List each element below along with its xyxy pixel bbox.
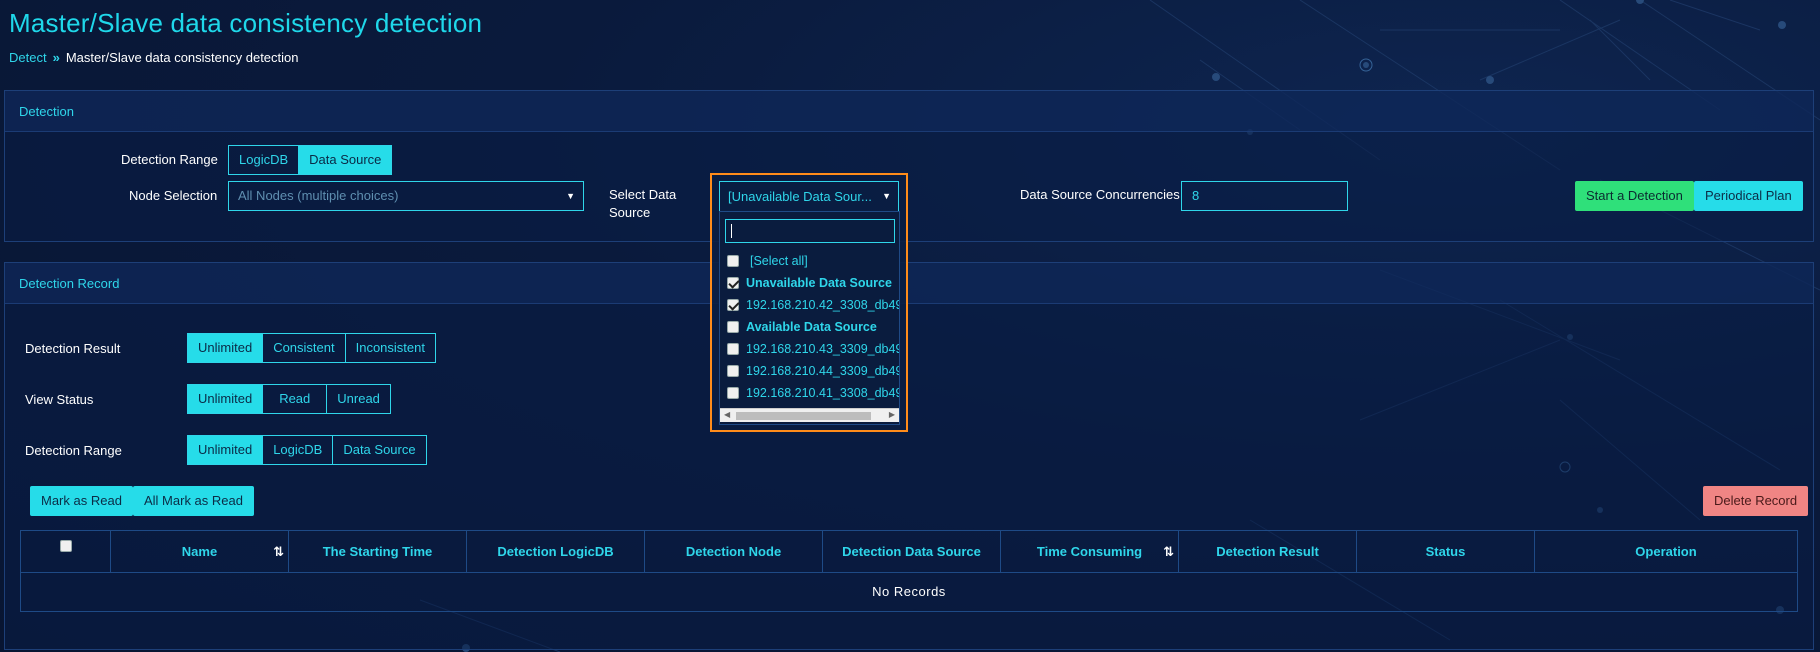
status-unread-button[interactable]: Unread [326, 384, 391, 414]
delete-record-button[interactable]: Delete Record [1703, 486, 1809, 516]
detection-record-table: Name ⇅ The Starting Time Detection Logic… [20, 530, 1798, 612]
select-all-checkbox[interactable] [59, 539, 72, 552]
record-range-toggle: Unlimited LogicDB Data Source [187, 435, 427, 465]
column-detection-data-source: Detection Data Source [823, 531, 1001, 573]
column-detection-node: Detection Node [645, 531, 823, 573]
detection-result-label: Detection Result [25, 341, 121, 356]
detection-range-toggle: LogicDB Data Source [228, 145, 393, 175]
record-range-logicdb-button[interactable]: LogicDB [262, 435, 334, 465]
option-label: Available Data Source [746, 320, 877, 334]
detection-result-toggle: Unlimited Consistent Inconsistent [187, 333, 436, 363]
column-name-label: Name [181, 544, 218, 559]
caret-down-icon: ▼ [882, 191, 891, 201]
option-checkbox[interactable] [727, 365, 739, 377]
page-title: Master/Slave data consistency detection [9, 8, 483, 38]
data-source-dropdown-panel: [Select all] Unavailable Data Source 192.1… [719, 211, 900, 425]
column-time-consuming[interactable]: Time Consuming ⇅ [1001, 531, 1179, 573]
option-label: 192.168.210.42_3308_db49 [746, 298, 899, 312]
detection-record-heading: Detection Record [5, 263, 1813, 304]
option-label: Unavailable Data Source [746, 276, 892, 290]
sort-icon[interactable]: ⇅ [1163, 531, 1174, 573]
option-label: [Select all] [750, 254, 808, 268]
option-label: 192.168.210.44_3309_db49 [746, 364, 899, 378]
option-label: 192.168.210.43_3309_db49 [746, 342, 899, 356]
sort-icon[interactable]: ⇅ [273, 531, 284, 573]
record-range-unlimited-button[interactable]: Unlimited [187, 435, 264, 465]
start-detection-button[interactable]: Start a Detection [1575, 181, 1694, 211]
result-unlimited-button[interactable]: Unlimited [187, 333, 264, 363]
status-read-button[interactable]: Read [262, 384, 328, 414]
column-starting-time: The Starting Time [289, 531, 467, 573]
dropdown-option[interactable]: [Select all] [720, 250, 899, 272]
node-selection-dropdown[interactable]: All Nodes (multiple choices) ▼ [228, 181, 584, 211]
caret-down-icon: ▼ [566, 191, 575, 201]
breadcrumb: Detect » Master/Slave data consistency d… [9, 50, 299, 65]
table-empty-message: No Records [872, 584, 946, 599]
column-name[interactable]: Name ⇅ [111, 531, 289, 573]
view-status-toggle: Unlimited Read Unread [187, 384, 391, 414]
data-source-selected-value: [Unavailable Data Sour... [728, 189, 872, 204]
breadcrumb-link-detect[interactable]: Detect [9, 50, 47, 65]
mark-as-read-button[interactable]: Mark as Read [30, 486, 133, 516]
dropdown-option[interactable]: Unavailable Data Source [720, 272, 899, 294]
option-checkbox[interactable] [727, 277, 739, 289]
dropdown-option[interactable]: 192.168.210.44_3309_db49 [720, 360, 899, 382]
chevron-right-icon: » [52, 50, 60, 65]
detection-range-label: Detection Range [121, 152, 218, 167]
range-data-source-button[interactable]: Data Source [298, 145, 393, 175]
select-data-source-label-line2: Source [609, 205, 651, 220]
scroll-left-icon[interactable]: ◀ [724, 410, 730, 419]
range-logicdb-button[interactable]: LogicDB [228, 145, 300, 175]
option-checkbox[interactable] [727, 255, 739, 267]
data-source-option-list: [Select all] Unavailable Data Source 192.1… [720, 250, 899, 402]
option-checkbox[interactable] [727, 387, 739, 399]
status-unlimited-button[interactable]: Unlimited [187, 384, 264, 414]
result-consistent-button[interactable]: Consistent [262, 333, 346, 363]
data-source-select[interactable]: [Unavailable Data Sour... ▼ [719, 181, 899, 212]
scroll-right-icon[interactable]: ▶ [889, 410, 895, 419]
record-range-data-source-button[interactable]: Data Source [332, 435, 427, 465]
concurrency-input[interactable]: 8 [1181, 181, 1348, 211]
option-checkbox[interactable] [727, 321, 739, 333]
column-operation: Operation [1635, 544, 1697, 559]
option-checkbox[interactable] [727, 299, 739, 311]
column-status: Status [1357, 531, 1535, 573]
dropdown-option[interactable]: 192.168.210.42_3308_db49 [720, 294, 899, 316]
detection-panel-heading: Detection [5, 91, 1813, 132]
periodical-plan-button[interactable]: Periodical Plan [1694, 181, 1803, 211]
record-range-label: Detection Range [25, 443, 122, 458]
all-mark-as-read-button[interactable]: All Mark as Read [133, 486, 254, 516]
horizontal-scrollbar[interactable]: ◀ ▶ [720, 408, 899, 422]
option-checkbox[interactable] [727, 343, 739, 355]
text-cursor [731, 224, 732, 238]
select-data-source-label-line1: Select Data [609, 187, 677, 202]
column-detection-logicdb: Detection LogicDB [467, 531, 645, 573]
select-all-column [21, 531, 111, 573]
dropdown-search-input[interactable] [725, 219, 895, 243]
concurrency-label: Data Source Concurrencies [1020, 187, 1180, 202]
breadcrumb-current: Master/Slave data consistency detection [65, 50, 299, 65]
option-label: 192.168.210.41_3308_db49 [746, 386, 899, 400]
scrollbar-thumb[interactable] [736, 412, 871, 420]
node-selection-placeholder: All Nodes (multiple choices) [238, 188, 399, 203]
result-inconsistent-button[interactable]: Inconsistent [344, 333, 436, 363]
column-time-consuming-label: Time Consuming [1036, 544, 1143, 559]
node-selection-label: Node Selection [129, 188, 218, 203]
dropdown-option[interactable]: 192.168.210.43_3309_db49 [720, 338, 899, 360]
dropdown-option[interactable]: 192.168.210.41_3308_db49 [720, 382, 899, 402]
column-detection-result: Detection Result [1179, 531, 1357, 573]
data-source-dropdown-highlight: [Unavailable Data Sour... ▼ [Select all]… [710, 173, 908, 432]
dropdown-option[interactable]: Available Data Source [720, 316, 899, 338]
view-status-label: View Status [25, 392, 94, 407]
table-header: Name ⇅ The Starting Time Detection Logic… [21, 531, 1797, 573]
